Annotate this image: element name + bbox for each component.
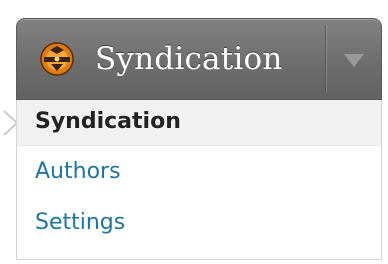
menu-title: Syndication: [95, 41, 283, 77]
submenu-item-settings[interactable]: Settings: [17, 201, 381, 247]
submenu-item-authors[interactable]: Authors: [17, 150, 381, 196]
syndication-menu-header[interactable]: Syndication: [16, 18, 382, 100]
submenu-item-syndication[interactable]: Syndication: [17, 100, 381, 146]
triangle-down-icon: [344, 54, 364, 67]
submenu: Syndication Authors Settings: [16, 100, 382, 260]
toggle-divider: [325, 25, 326, 93]
syndication-icon: [40, 42, 74, 76]
submenu-toggle-button[interactable]: [327, 19, 383, 99]
admin-menu-screenshot: Syndication Syndication Authors Settings: [0, 0, 388, 264]
